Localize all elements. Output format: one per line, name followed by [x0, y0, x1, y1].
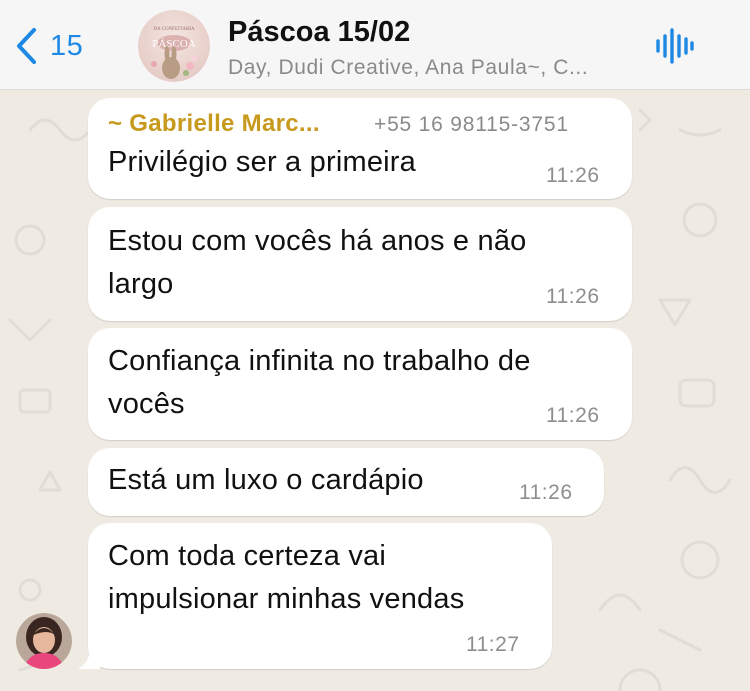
message-text: Está um luxo o cardápio: [108, 464, 424, 496]
message-text: vocês: [108, 388, 185, 420]
chat-title-block[interactable]: Páscoa 15/02 Day, Dudi Creative, Ana Pau…: [228, 14, 628, 82]
sender-name[interactable]: ~ Gabrielle Marc...: [108, 110, 320, 138]
message-text: Com toda certeza vai: [108, 540, 387, 572]
message-time: 11:26: [546, 164, 600, 187]
message-text: Confiança infinita no trabalho de: [108, 345, 531, 377]
message-time: 11:26: [546, 404, 600, 427]
group-members: Day, Dudi Creative, Ana Paula~, C...: [228, 56, 589, 79]
message-bubble[interactable]: Com toda certeza vai impulsionar minhas …: [88, 523, 552, 669]
message-time: 11:27: [466, 633, 520, 656]
voice-call-button[interactable]: [654, 26, 694, 66]
message-text: largo: [108, 268, 174, 300]
message-bubble[interactable]: Confiança infinita no trabalho de vocês …: [88, 328, 632, 440]
sender-phone: +55 16 98115-3751: [374, 113, 569, 136]
unread-count: 15: [50, 29, 84, 62]
message-text: impulsionar minhas vendas: [108, 583, 465, 615]
chat-header: 15 DA CONFEITARIA PÁSCOA Páscoa 15/02 Da…: [0, 0, 750, 90]
audio-waveform-icon: [656, 28, 694, 64]
group-avatar[interactable]: DA CONFEITARIA PÁSCOA: [138, 10, 210, 82]
bubble-tail: [78, 648, 100, 669]
message-bubble[interactable]: ~ Gabrielle Marc... +55 16 98115-3751 Pr…: [88, 98, 632, 199]
message-bubble[interactable]: Está um luxo o cardápio 11:26: [88, 448, 604, 516]
message-bubble[interactable]: Estou com vocês há anos e não largo 11:2…: [88, 207, 632, 321]
message-time: 11:26: [546, 285, 600, 308]
group-title: Páscoa 15/02: [228, 16, 411, 48]
message-text: Privilégio ser a primeira: [108, 146, 416, 178]
chevron-left-icon: [17, 28, 36, 64]
avatar-subtext: DA CONFEITARIA: [153, 27, 195, 32]
message-time: 11:26: [519, 481, 573, 504]
sender-avatar[interactable]: [16, 613, 72, 669]
back-button[interactable]: 15: [14, 24, 104, 68]
message-text: Estou com vocês há anos e não: [108, 225, 527, 257]
